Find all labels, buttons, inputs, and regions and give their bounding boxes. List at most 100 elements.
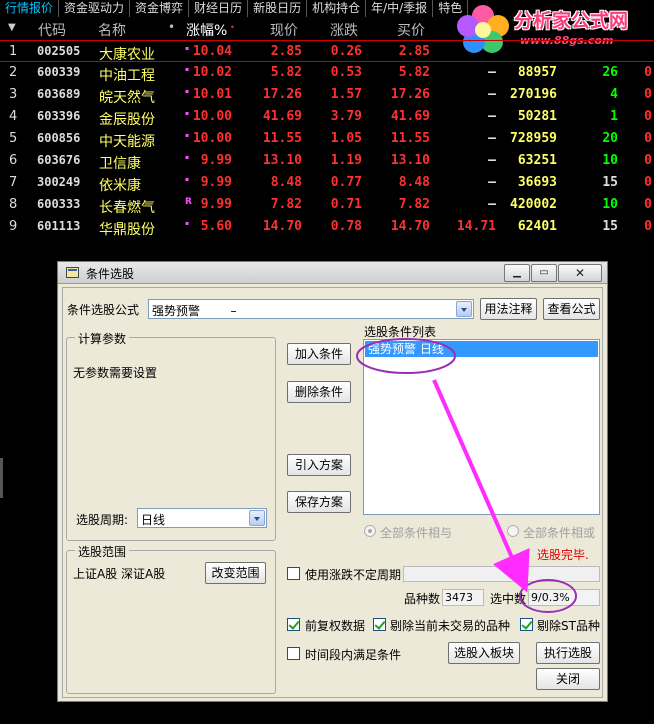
row-change-pct: 9.99 [200, 175, 232, 190]
close-button[interactable]: 关闭 [536, 668, 600, 690]
row-code: 600333 [37, 197, 81, 211]
variable-period-label[interactable]: 使用涨跌不定周期 [305, 566, 401, 583]
delete-condition-button[interactable]: 删除条件 [287, 381, 351, 403]
row-buy: 41.69 [390, 109, 430, 124]
exclude-untraded-checkbox[interactable] [373, 618, 386, 631]
row-current-vol: 26 [602, 65, 618, 80]
tab-fund-drive[interactable]: 资金驱动力 [59, 0, 131, 17]
header-diff[interactable]: 涨跌 [330, 20, 358, 40]
row-volume: 63251 [517, 153, 557, 168]
time-range-checkbox[interactable] [287, 647, 300, 660]
change-range-button[interactable]: 改变范围 [205, 562, 266, 584]
table-row[interactable]: 9 601113 华鼎股份 ▪ 5.60 14.70 0.78 14.70 14.71 62401… [0, 216, 654, 238]
header-buy[interactable]: 买价 [397, 20, 425, 40]
chevron-down-icon[interactable] [456, 301, 472, 317]
row-price: 8.48 [270, 175, 302, 190]
table-row[interactable]: 4 603396 金辰股份 ▪ 10.00 41.69 3.79 41.69 — 50281 1 0 [0, 106, 654, 128]
tab-finance-calendar[interactable]: 财经日历 [189, 0, 249, 17]
side-scroll-handle[interactable] [0, 458, 3, 498]
params-text: 无参数需要设置 [73, 366, 158, 380]
import-plan-button[interactable]: 引入方案 [287, 454, 351, 476]
table-row[interactable]: 8 600333 长春燃气 R 9.99 7.82 0.71 7.82 — 420002 10 0 [0, 194, 654, 216]
period-select[interactable]: 日线 [137, 508, 267, 528]
radio-all-and-label[interactable]: 全部条件相与 [380, 524, 452, 541]
formula-select-value: 强势预警 – [152, 304, 237, 318]
table-row[interactable]: 5 600856 中天能源 ▪ 10.00 11.55 1.05 11.55 — 728959 20… [0, 128, 654, 150]
close-window-button[interactable]: ✕ [558, 264, 602, 282]
quote-table: 1 002505 大康农业 ▪ 10.04 2.85 0.26 2.85 2 600339 中油工程… [0, 40, 654, 238]
variable-period-checkbox[interactable] [287, 567, 300, 580]
exclude-st-label[interactable]: 剔除ST品种 [537, 617, 600, 634]
add-condition-button[interactable]: 加入条件 [287, 343, 351, 365]
formula-label: 条件选股公式 [67, 303, 140, 317]
row-index: 6 [9, 153, 18, 168]
tab-institution-holdings[interactable]: 机构持仓 [307, 0, 367, 17]
row-price: 14.70 [262, 219, 302, 234]
row-diff: 0.78 [330, 219, 362, 234]
row-change-pct: 10.01 [192, 87, 232, 102]
dialog-app-icon [66, 267, 79, 278]
row-sell: — [488, 153, 496, 168]
header-change-pct[interactable]: 涨幅% [186, 20, 227, 40]
row-sell: — [488, 109, 496, 124]
list-item[interactable]: 强势预警 日线 [365, 341, 598, 357]
row-buy: 5.82 [398, 65, 430, 80]
header-code[interactable]: 代码 [38, 20, 66, 40]
radio-all-or[interactable] [507, 525, 519, 537]
row-name: 大康农业 [99, 47, 155, 63]
row-buy: 11.55 [390, 131, 430, 146]
row-index: 5 [9, 131, 18, 146]
minimize-button[interactable]: ▁ [504, 264, 530, 282]
tab-reports[interactable]: 年/中/季报 [366, 0, 434, 17]
table-row[interactable]: 6 603676 卫信康 ▪ 9.99 13.10 1.19 13.10 — 63251 10 0 [0, 150, 654, 172]
usage-notes-button[interactable]: 用法注释 [480, 298, 537, 320]
row-volume: 270196 [510, 87, 557, 102]
row-last: 0 [644, 65, 652, 80]
row-last: 0 [644, 109, 652, 124]
exclude-untraded-label[interactable]: 剔除当前未交易的品种 [390, 617, 510, 634]
view-formula-button[interactable]: 查看公式 [543, 298, 600, 320]
row-price: 7.82 [270, 197, 302, 212]
formula-select[interactable]: 强势预警 – [148, 299, 474, 319]
row-index: 3 [9, 87, 18, 102]
exclude-st-checkbox[interactable] [520, 618, 533, 631]
selected-label: 选中数 [490, 592, 527, 606]
quote-table-header: ▼ 代码 名称 • 涨幅% • 现价 涨跌 买价 [0, 18, 654, 40]
row-index: 7 [9, 175, 18, 190]
selected-field: 9/0.3% [528, 589, 600, 606]
condition-stock-picker-dialog: 条件选股 ▁ ▭ ✕ 条件选股公式 强势预警 – 用法注释 查看公式 计算参数 … [57, 261, 608, 702]
maximize-button[interactable]: ▭ [531, 264, 557, 282]
add-to-block-button[interactable]: 选股入板块 [448, 642, 520, 664]
chevron-down-icon[interactable] [249, 510, 265, 526]
tab-quotes[interactable]: 行情报价 [0, 0, 60, 17]
tab-fund-game[interactable]: 资金博弈 [130, 0, 190, 17]
radio-all-or-label[interactable]: 全部条件相或 [523, 524, 595, 541]
row-flag: ▪ [185, 88, 190, 95]
row-buy: 8.48 [398, 175, 430, 190]
table-row[interactable]: 2 600339 中油工程 ▪ 10.02 5.82 0.53 5.82 — 88957 26 0 [0, 62, 654, 84]
time-range-label[interactable]: 时间段内满足条件 [305, 646, 401, 663]
save-plan-button[interactable]: 保存方案 [287, 491, 351, 513]
header-name[interactable]: 名称 [98, 20, 126, 40]
range-text: 上证A股 深证A股 [73, 567, 166, 581]
row-code: 600339 [37, 65, 81, 79]
table-row[interactable]: 3 603689 皖天然气 ▪ 10.01 17.26 1.57 17.26 — 270196 4 0 [0, 84, 654, 106]
row-diff: 1.57 [330, 87, 362, 102]
row-current-vol: 20 [602, 131, 618, 146]
row-flag: ▪ [185, 45, 190, 52]
condition-list[interactable]: 强势预警 日线 [363, 339, 600, 515]
row-flag: R [185, 197, 192, 207]
row-sell: — [488, 175, 496, 190]
pre-adjust-label[interactable]: 前复权数据 [305, 617, 365, 634]
row-sell: — [488, 87, 496, 102]
header-price[interactable]: 现价 [270, 20, 298, 40]
dialog-titlebar[interactable]: 条件选股 ▁ ▭ ✕ [58, 262, 607, 284]
radio-all-and[interactable] [364, 525, 376, 537]
header-sort-arrow-icon[interactable]: ▼ [8, 22, 16, 33]
pre-adjust-checkbox[interactable] [287, 618, 300, 631]
table-row[interactable]: 7 300249 依米康 ▪ 9.99 8.48 0.77 8.48 — 36693 15 0 [0, 172, 654, 194]
tab-ipo-calendar[interactable]: 新股日历 [248, 0, 308, 17]
execute-selection-button[interactable]: 执行选股 [536, 642, 600, 664]
table-row[interactable]: 1 002505 大康农业 ▪ 10.04 2.85 0.26 2.85 [0, 40, 654, 63]
row-change-pct: 10.00 [192, 109, 232, 124]
